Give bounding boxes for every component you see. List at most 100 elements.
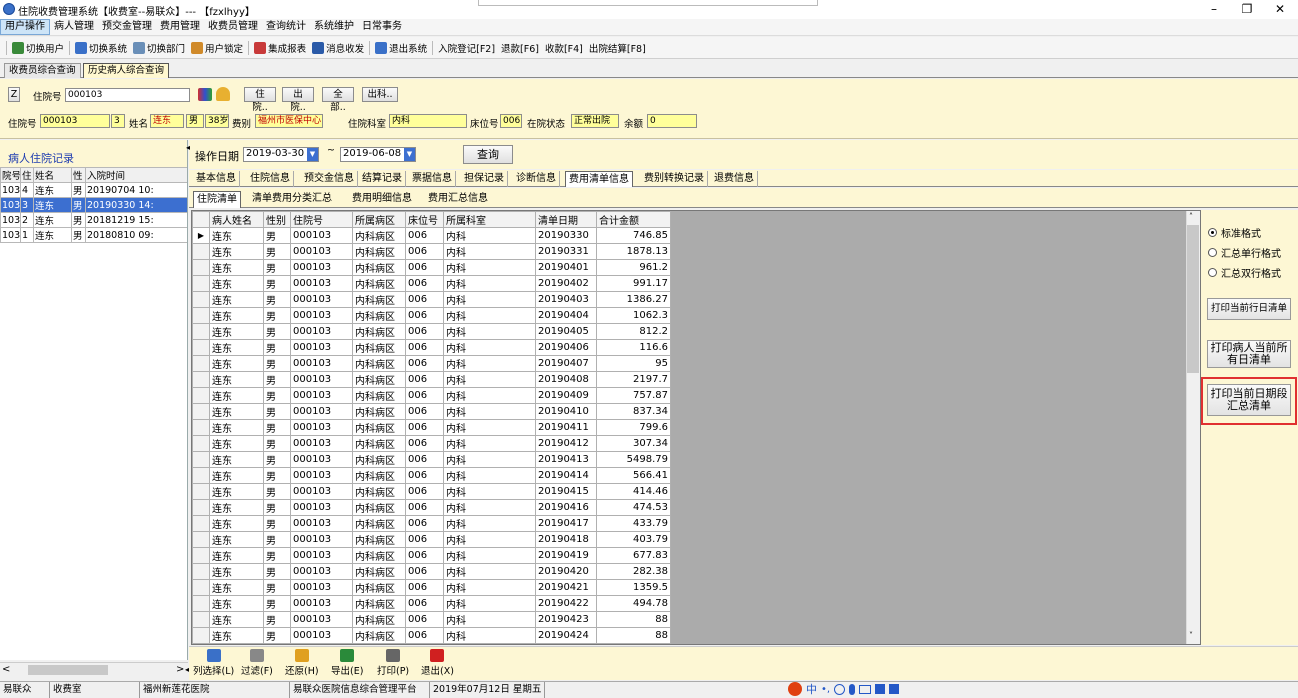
restore-button[interactable]: ❐ bbox=[1231, 1, 1263, 18]
toolbar-button[interactable]: 切换部门 bbox=[130, 39, 188, 57]
table-row[interactable]: 连东男 000103 内科病区 006 内科 20190410 837.34 bbox=[192, 403, 671, 420]
grid-column-header[interactable]: 所属科室 bbox=[443, 211, 536, 228]
table-row[interactable]: 连东男 000103 内科病区 006 内科 20190413 5498.79 bbox=[192, 451, 671, 468]
date-to-picker[interactable]: 2019-06-08 ▼ bbox=[340, 147, 416, 162]
z-button[interactable]: Z bbox=[8, 87, 20, 102]
left-column-header[interactable]: 住 bbox=[20, 167, 34, 183]
microphone-icon[interactable] bbox=[849, 683, 856, 695]
toolbar-button[interactable]: 切换系统 bbox=[72, 39, 130, 57]
table-row[interactable]: 103 1 连东男 20180810 09: bbox=[0, 227, 187, 243]
bottom-button[interactable]: 过滤(F) bbox=[241, 649, 273, 677]
collapse-arrow-icon[interactable]: ◂ bbox=[186, 143, 190, 152]
table-row[interactable]: 103 4 连东男 20190704 10: bbox=[0, 182, 187, 198]
left-column-header[interactable]: 入院时间 bbox=[85, 167, 187, 183]
left-column-header[interactable]: 院号 bbox=[0, 167, 21, 183]
table-row[interactable]: 连东男 000103 内科病区 006 内科 20190411 799.6 bbox=[192, 419, 671, 436]
table-row[interactable]: ▶ 连东男 000103 内科病区 006 内科 20190330 746.85 bbox=[192, 227, 671, 244]
emoji-icon[interactable] bbox=[834, 683, 846, 695]
toolbar-button[interactable]: 切换用户 bbox=[9, 39, 67, 57]
all-button[interactable]: 全部.. bbox=[322, 87, 354, 113]
info-tab[interactable]: 诊断信息 bbox=[513, 171, 560, 187]
table-row[interactable]: 连东男 000103 内科病区 006 内科 20190422 494.78 bbox=[192, 595, 671, 612]
minimize-button[interactable]: – bbox=[1198, 1, 1230, 18]
table-row[interactable]: 连东男 000103 内科病区 006 内科 20190401 961.2 bbox=[192, 259, 671, 276]
table-row[interactable]: 连东男 000103 内科病区 006 内科 20190406 116.6 bbox=[192, 339, 671, 356]
grid-column-header[interactable]: 床位号 bbox=[405, 211, 444, 228]
grid-column-header[interactable]: 清单日期 bbox=[535, 211, 597, 228]
grid-column-header[interactable]: 所属病区 bbox=[352, 211, 406, 228]
menu-item[interactable]: 查询统计 bbox=[262, 19, 310, 35]
menu-item[interactable]: 病人管理 bbox=[50, 19, 98, 35]
info-tab[interactable]: 费别转换记录 bbox=[641, 171, 708, 187]
info-tab[interactable]: 住院信息 bbox=[247, 171, 294, 187]
bottom-button[interactable]: 打印(P) bbox=[377, 649, 409, 677]
date-from-picker[interactable]: 2019-03-30 ▼ bbox=[243, 147, 319, 162]
info-tab[interactable]: 费用清单信息 bbox=[565, 171, 633, 187]
menu-item[interactable]: 收费员管理 bbox=[204, 19, 262, 35]
info-tab[interactable]: 结算记录 bbox=[359, 171, 406, 187]
print-date-range-summary-button[interactable]: 打印当前日期段汇总清单 bbox=[1207, 384, 1291, 416]
table-row[interactable]: 103 3 连东男 20190330 14: bbox=[0, 197, 187, 213]
bottom-button[interactable]: 导出(E) bbox=[331, 649, 363, 677]
table-row[interactable]: 连东男 000103 内科病区 006 内科 20190404 1062.3 bbox=[192, 307, 671, 324]
tab-history-patient-query[interactable]: 历史病人综合查询 bbox=[83, 63, 170, 78]
scroll-up-arrow[interactable]: ˄ bbox=[1189, 212, 1193, 221]
menu-item[interactable]: 用户操作 bbox=[0, 19, 50, 35]
table-row[interactable]: 连东男 000103 内科病区 006 内科 20190331 1878.13 bbox=[192, 243, 671, 260]
grid-column-header[interactable]: 合计金额 bbox=[596, 211, 671, 228]
keyboard-icon[interactable] bbox=[859, 684, 872, 694]
toolbar-button[interactable]: 集成报表 bbox=[251, 39, 309, 57]
discharged-button[interactable]: 出院.. bbox=[282, 87, 314, 113]
table-row[interactable]: 连东男 000103 内科病区 006 内科 20190412 307.34 bbox=[192, 435, 671, 452]
table-row[interactable]: 连东男 000103 内科病区 006 内科 20190423 88 bbox=[192, 611, 671, 628]
table-row[interactable]: 103 2 连东男 20181219 15: bbox=[0, 212, 187, 228]
toolbar-button[interactable]: 退款[F6] bbox=[498, 39, 542, 57]
table-row[interactable]: 连东男 000103 内科病区 006 内科 20190407 95 bbox=[192, 355, 671, 372]
card-reader-icon[interactable] bbox=[198, 88, 212, 101]
print-all-daily-button[interactable]: 打印病人当前所有日清单 bbox=[1207, 340, 1291, 368]
menu-item[interactable]: 系统维护 bbox=[310, 19, 358, 35]
table-row[interactable]: 连东男 000103 内科病区 006 内科 20190402 991.17 bbox=[192, 275, 671, 292]
table-row[interactable]: 连东男 000103 内科病区 006 内科 20190419 677.83 bbox=[192, 547, 671, 564]
left-scroll-thumb[interactable] bbox=[28, 665, 108, 675]
toolbar-button[interactable]: 用户锁定 bbox=[188, 39, 246, 57]
sub-tab[interactable]: 费用明细信息 bbox=[349, 191, 415, 208]
search-icon[interactable] bbox=[216, 87, 230, 101]
table-row[interactable]: 连东男 000103 内科病区 006 内科 20190409 757.87 bbox=[192, 387, 671, 404]
grid-scroll-thumb[interactable] bbox=[1187, 225, 1199, 373]
chevron-down-icon[interactable]: ▼ bbox=[404, 148, 415, 161]
scroll-down-arrow[interactable]: ˅ bbox=[1189, 631, 1193, 640]
table-row[interactable]: 连东男 000103 内科病区 006 内科 20190416 474.53 bbox=[192, 499, 671, 516]
tab-cashier-query[interactable]: 收费员综合查询 bbox=[4, 63, 81, 78]
table-row[interactable]: 连东男 000103 内科病区 006 内科 20190403 1386.27 bbox=[192, 291, 671, 308]
info-tab[interactable]: 担保记录 bbox=[461, 171, 508, 187]
table-row[interactable]: 连东男 000103 内科病区 006 内科 20190417 433.79 bbox=[192, 515, 671, 532]
format-single-row-radio[interactable]: 汇总单行格式 bbox=[1208, 245, 1281, 260]
table-row[interactable]: 连东男 000103 内科病区 006 内科 20190420 282.38 bbox=[192, 563, 671, 580]
scroll-left-arrow[interactable]: < bbox=[2, 664, 10, 675]
grid-column-header[interactable]: 性别 bbox=[263, 211, 291, 228]
scroll-right-arrow[interactable]: > bbox=[176, 664, 184, 675]
table-row[interactable]: 连东男 000103 内科病区 006 内科 20190414 566.41 bbox=[192, 467, 671, 484]
left-column-header[interactable]: 姓名 bbox=[33, 167, 72, 183]
toolbar-button[interactable]: 消息收发 bbox=[309, 39, 367, 57]
table-row[interactable]: 连东男 000103 内科病区 006 内科 20190421 1359.5 bbox=[192, 579, 671, 596]
out-dept-button[interactable]: 出科.. bbox=[362, 87, 398, 102]
table-row[interactable]: 连东男 000103 内科病区 006 内科 20190408 2197.7 bbox=[192, 371, 671, 388]
bottom-button[interactable]: 列选择(L) bbox=[193, 649, 234, 677]
info-tab[interactable]: 预交金信息 bbox=[301, 171, 358, 187]
query-button[interactable]: 查询 bbox=[463, 145, 513, 164]
sub-tab[interactable]: 费用汇总信息 bbox=[425, 191, 491, 208]
toolbox-icon[interactable] bbox=[889, 684, 900, 694]
table-row[interactable]: 连东男 000103 内科病区 006 内科 20190418 403.79 bbox=[192, 531, 671, 548]
sub-tab[interactable]: 住院清单 bbox=[193, 191, 241, 208]
punctuation-icon[interactable]: •, bbox=[821, 684, 830, 695]
table-row[interactable]: 连东男 000103 内科病区 006 内科 20190424 88 bbox=[192, 627, 671, 644]
search-id-input[interactable]: 000103 bbox=[65, 88, 190, 102]
grid-column-header[interactable]: 病人姓名 bbox=[209, 211, 264, 228]
toolbar-button[interactable]: 退出系统 bbox=[372, 39, 430, 57]
info-tab[interactable]: 票据信息 bbox=[409, 171, 456, 187]
close-button[interactable]: ✕ bbox=[1264, 1, 1296, 18]
ime-logo-icon[interactable] bbox=[788, 682, 802, 696]
collapse-arrow-icon[interactable]: ◂ bbox=[185, 665, 189, 674]
